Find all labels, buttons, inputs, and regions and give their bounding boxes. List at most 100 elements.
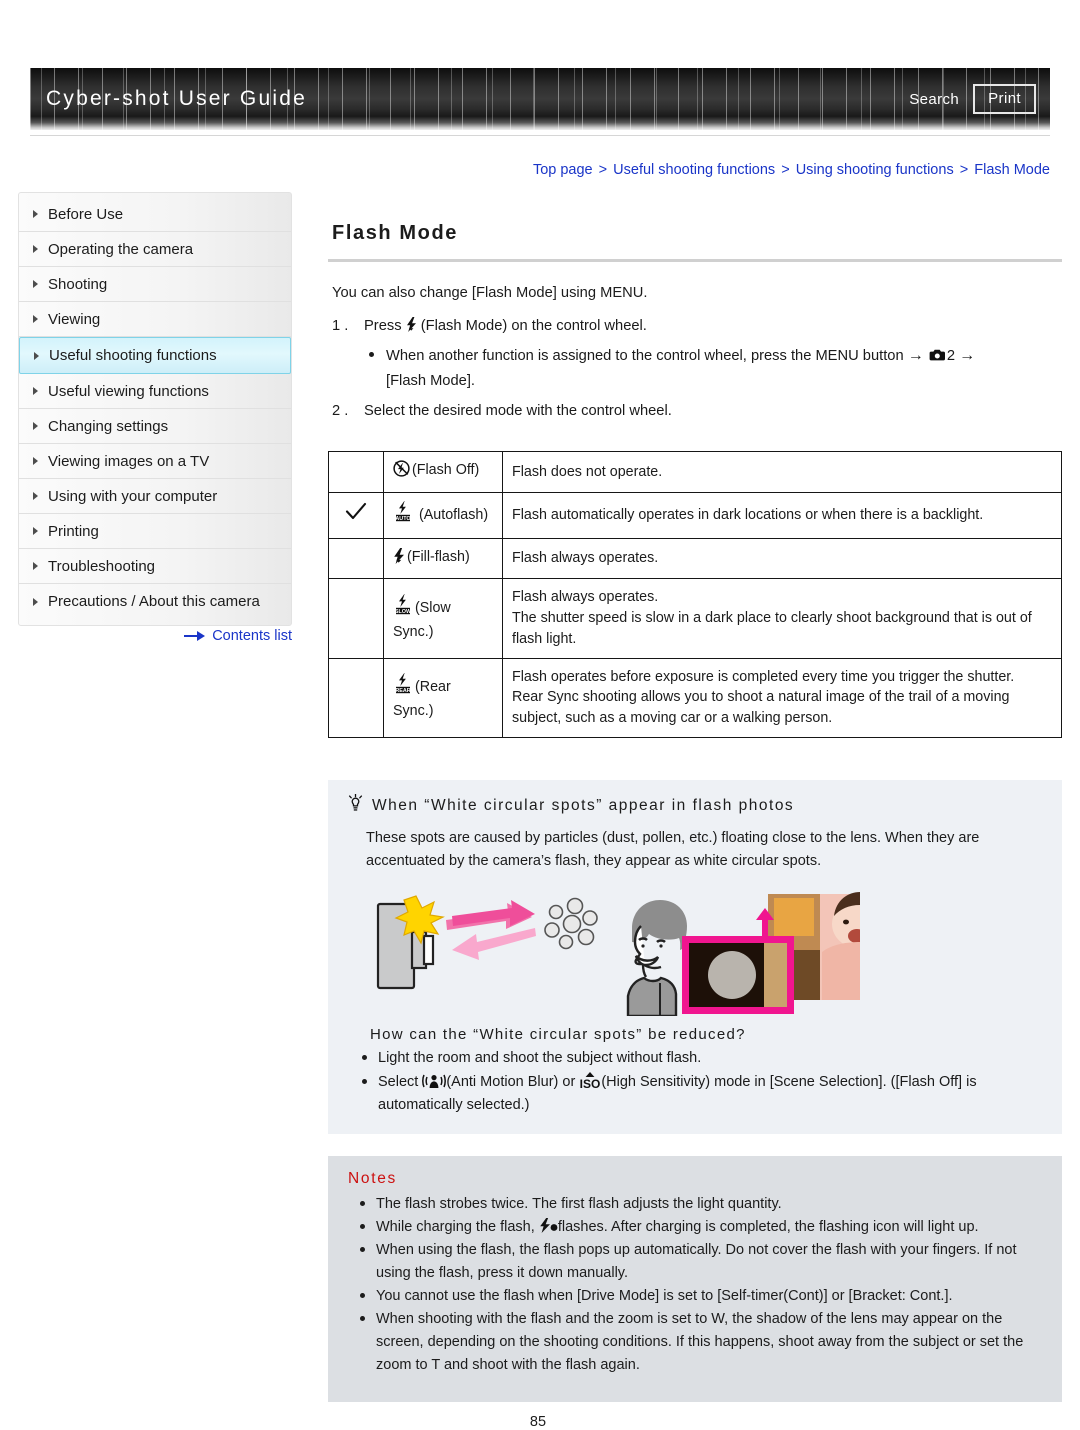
tip-heading: When “White circular spots” appear in fl… xyxy=(348,793,1046,818)
chevron-right-icon xyxy=(33,562,38,570)
anti-motion-blur-icon xyxy=(422,1073,447,1089)
sidebar-item-label: Shooting xyxy=(48,275,108,293)
print-button[interactable]: Print xyxy=(973,84,1036,114)
tip-bullet-item: Light the room and shoot the subject wit… xyxy=(342,1047,1046,1070)
white-spots-illustration xyxy=(360,890,1046,1017)
sidebar-item-useful-viewing-functions[interactable]: Useful viewing functions xyxy=(19,374,291,409)
sidebar-item-troubleshooting[interactable]: Troubleshooting xyxy=(19,549,291,584)
note-pre-text: While charging the flash, xyxy=(376,1219,535,1236)
breadcrumb-item-flash-mode[interactable]: Flash Mode xyxy=(974,162,1050,178)
sidebar-item-label: Operating the camera xyxy=(48,240,194,258)
sidebar-item-label: Useful viewing functions xyxy=(48,382,209,400)
note-item: While charging the flash, flashes. After… xyxy=(342,1216,1046,1239)
row-mode-cell: REAR (Rear Sync.) xyxy=(383,657,503,738)
search-link[interactable]: Search xyxy=(909,91,959,108)
sidebar-item-changing-settings[interactable]: Changing settings xyxy=(19,409,291,444)
tip-body-text: These spots are caused by particles (dus… xyxy=(366,829,980,870)
sidebar-item-label: Precautions / About this camera xyxy=(48,593,260,610)
row-default-check-cell xyxy=(328,451,384,493)
sidebar-item-using-with-your-computer[interactable]: Using with your computer xyxy=(19,479,291,514)
step-1-pre-text: Press xyxy=(364,318,402,334)
step-1-sub-text-a: When another function is assigned to the… xyxy=(386,347,904,364)
row-mode-label: (Flash Off) xyxy=(412,462,480,479)
sidebar-item-label: Changing settings xyxy=(48,417,169,435)
table-row: (Fill-flash) Flash always operates. xyxy=(328,537,1062,580)
step-1-post-text: (Flash Mode) on the control wheel. xyxy=(420,318,647,334)
chevron-right-icon xyxy=(34,351,39,360)
flash-bolt-icon xyxy=(406,317,417,332)
sidebar-item-operating-the-camera[interactable]: Operating the camera xyxy=(19,232,291,267)
row-mode-cell: AUTO (Autoflash) xyxy=(383,491,503,539)
sidebar-item-label: Useful shooting functions xyxy=(49,347,217,364)
main-content: Flash Mode You can also change [Flash Mo… xyxy=(328,192,1062,1430)
tip-bullet-pre-text: Select xyxy=(378,1073,419,1090)
arrow-right-glyph: → xyxy=(907,346,924,364)
note-item: You cannot use the flash when [Drive Mod… xyxy=(342,1285,1046,1308)
flash-charging-icon xyxy=(539,1218,558,1234)
sidebar-item-useful-shooting-functions[interactable]: Useful shooting functions xyxy=(19,337,291,374)
breadcrumb-item-using-shooting-functions[interactable]: Using shooting functions xyxy=(796,162,954,178)
header-actions: Search Print xyxy=(909,84,1036,114)
row-desc-cell: Flash always operates. xyxy=(502,537,1062,580)
chevron-right-icon xyxy=(33,422,38,430)
sidebar-item-label: Printing xyxy=(48,522,99,540)
sidebar-item-shooting[interactable]: Shooting xyxy=(19,267,291,302)
chevron-right-icon xyxy=(33,387,38,395)
breadcrumb-separator: > xyxy=(959,162,969,178)
sidebar-item-viewing-images-on-a-tv[interactable]: Viewing images on a TV xyxy=(19,444,291,479)
sidebar-item-label: Viewing images on a TV xyxy=(48,452,210,470)
svg-text:SLOW: SLOW xyxy=(395,609,412,615)
camera-menu-icon xyxy=(928,346,947,361)
tip-bullet-item: Select (Anti Motion Blur) or ISO (High S… xyxy=(342,1071,1046,1117)
breadcrumb-item-top-page[interactable]: Top page xyxy=(533,162,593,178)
row-desc-cell: Flash always operates. The shutter speed… xyxy=(502,578,1062,659)
sidebar-nav: Before Use Operating the camera Shooting… xyxy=(18,192,292,626)
note-item: When shooting with the flash and the zoo… xyxy=(342,1308,1046,1377)
fill-flash-icon xyxy=(393,547,405,571)
sidebar-item-label: Before Use xyxy=(48,205,124,223)
chevron-right-icon xyxy=(33,210,38,218)
notes-box: Notes The flash strobes twice. The first… xyxy=(328,1156,1062,1403)
breadcrumb-item-useful-shooting-functions[interactable]: Useful shooting functions xyxy=(613,162,775,178)
step-1-sub-item: When another function is assigned to the… xyxy=(364,343,1062,394)
breadcrumb: Top page > Useful shooting functions > U… xyxy=(533,162,1050,178)
sidebar-item-viewing[interactable]: Viewing xyxy=(19,302,291,337)
rear-sync-icon: REAR xyxy=(393,673,413,701)
table-row: AUTO (Autoflash) Flash automatically ope… xyxy=(328,491,1062,539)
chevron-right-icon xyxy=(33,457,38,465)
site-header: Cyber-shot User Guide Search Print xyxy=(30,68,1050,136)
table-row: (Flash Off) Flash does not operate. xyxy=(328,451,1062,493)
row-mode-cell: (Fill-flash) xyxy=(383,537,503,580)
row-desc-cell: Flash automatically operates in dark loc… xyxy=(502,491,1062,539)
chevron-right-icon xyxy=(33,280,38,288)
contents-list-link[interactable]: Contents list xyxy=(18,628,292,644)
svg-text:AUTO: AUTO xyxy=(395,516,410,522)
sidebar-item-label: Troubleshooting xyxy=(48,557,156,575)
sidebar-item-precautions-about-this-camera[interactable]: Precautions / About this camera xyxy=(19,584,291,619)
row-mode-cell: SLOW (Slow Sync.) xyxy=(383,578,503,659)
autoflash-icon: AUTO xyxy=(393,501,413,529)
note-post-text: flashes. After charging is completed, th… xyxy=(557,1219,979,1236)
tip-bullet-mid-text: (Anti Motion Blur) or xyxy=(446,1073,576,1090)
chevron-right-icon xyxy=(33,527,38,535)
sidebar-item-printing[interactable]: Printing xyxy=(19,514,291,549)
sidebar-item-before-use[interactable]: Before Use xyxy=(19,197,291,232)
contents-list-label: Contents list xyxy=(212,628,292,644)
chevron-right-icon xyxy=(33,315,38,323)
title-divider xyxy=(328,259,1062,262)
tip-heading-label: When “White circular spots” appear in fl… xyxy=(372,796,795,814)
page-title: Flash Mode xyxy=(332,222,459,244)
tip-box: When “White circular spots” appear in fl… xyxy=(328,779,1062,1135)
svg-text:ISO: ISO xyxy=(580,1077,601,1089)
slow-sync-icon: SLOW xyxy=(393,594,413,622)
step-1-sub-text-c: [Flash Mode]. xyxy=(386,373,475,390)
step-1: Press (Flash Mode) on the control wheel.… xyxy=(328,315,1062,393)
table-row: REAR (Rear Sync.) Flash operates before … xyxy=(328,657,1062,738)
flash-off-icon xyxy=(393,460,410,484)
breadcrumb-separator: > xyxy=(598,162,608,178)
notes-heading: Notes xyxy=(348,1170,397,1188)
row-mode-cell: (Flash Off) xyxy=(383,451,503,493)
sidebar-item-label: Viewing xyxy=(48,310,101,328)
chevron-right-icon xyxy=(33,492,38,500)
chevron-right-icon xyxy=(33,245,38,253)
